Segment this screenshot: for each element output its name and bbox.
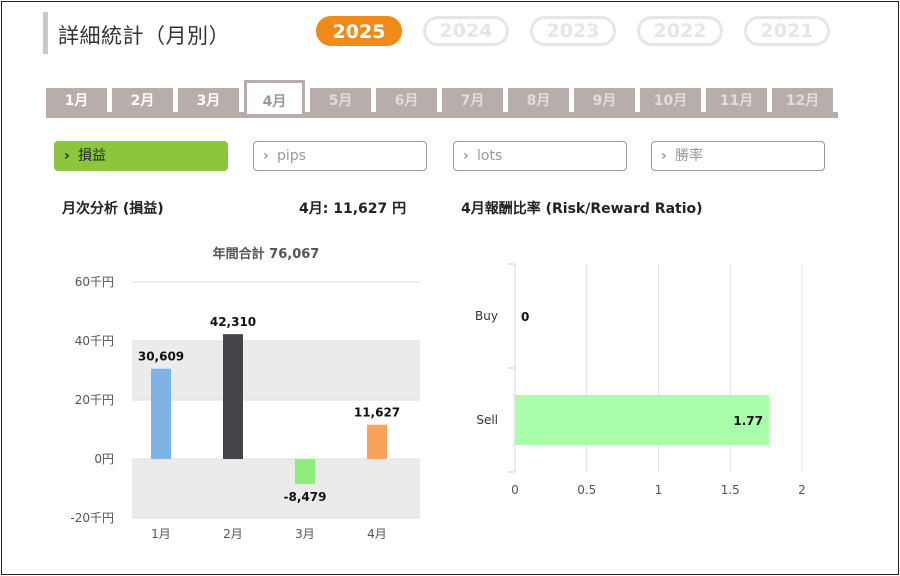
x-tick-label: 1 <box>655 483 663 497</box>
x-tick-label: 3月 <box>295 527 315 541</box>
filter-label: 損益 <box>78 148 106 164</box>
month-tab-12[interactable]: 12月 <box>772 88 833 114</box>
page-frame: 詳細統計（月別） 2025 2024 2023 2022 2021 1月 2月 3月 4月 5月… <box>1 1 899 575</box>
bar-1[interactable] <box>151 368 171 459</box>
filter-pl-button[interactable]: › 損益 <box>54 141 228 171</box>
x-tick-label: 1.5 <box>721 483 740 497</box>
grid-band <box>132 459 420 518</box>
chevron-right-icon: › <box>661 148 667 164</box>
bar-value-label: 11,627 <box>354 406 400 420</box>
ratio-title: 4月報酬比率 (Risk/Reward Ratio) <box>461 201 703 217</box>
x-tick-label: 1月 <box>151 527 171 541</box>
bar-value-label: 42,310 <box>210 315 256 329</box>
x-tick-label: 0.5 <box>577 483 596 497</box>
monthly-pl-chart: 年間合計 76,067 60千円 40千円 20千円 0円 -20千円 30,609 1月 42… <box>70 246 420 541</box>
month-tab-11[interactable]: 11月 <box>706 88 767 114</box>
month-tab-2[interactable]: 2月 <box>112 88 173 114</box>
month-tab-4[interactable]: 4月 <box>244 80 305 114</box>
year-tab-2021[interactable]: 2021 <box>744 16 830 46</box>
bar-4[interactable] <box>367 424 387 459</box>
month-tab-5[interactable]: 5月 <box>310 88 371 114</box>
y-tick-label: 20千円 <box>75 393 114 407</box>
analysis-title: 月次分析 (損益) <box>62 201 164 217</box>
y-tick-label: 60千円 <box>75 275 114 289</box>
filter-label: pips <box>277 148 306 164</box>
filter-label: lots <box>477 148 503 164</box>
y-category-label: Buy <box>475 309 498 323</box>
y-tick-label: 0円 <box>94 452 114 466</box>
bar-3[interactable] <box>295 459 315 485</box>
month-value: 4月: 11,627 円 <box>299 201 407 217</box>
bar-value-label: 1.77 <box>733 414 763 428</box>
filter-label: 勝率 <box>675 148 703 164</box>
bar-value-label: 30,609 <box>138 350 184 364</box>
y-tick-label: -20千円 <box>70 511 114 525</box>
month-tab-1[interactable]: 1月 <box>46 88 107 114</box>
chevron-right-icon: › <box>263 148 269 164</box>
y-tick-label: 40千円 <box>75 334 114 348</box>
year-tab-2025[interactable]: 2025 <box>316 16 402 46</box>
page-title: 詳細統計（月別） <box>58 24 230 48</box>
bar-value-label: 0 <box>521 310 529 324</box>
filter-winrate-button[interactable]: › 勝率 <box>651 141 825 171</box>
chevron-right-icon: › <box>64 148 70 164</box>
bar-sell[interactable] <box>515 395 769 445</box>
year-tab-2024[interactable]: 2024 <box>423 16 509 46</box>
risk-reward-chart: 0 0.5 1 1.5 2 Buy 0 Sell 1.77 <box>475 263 806 497</box>
chevron-right-icon: › <box>463 148 469 164</box>
bar-2[interactable] <box>223 334 243 459</box>
chart-title: 年間合計 76,067 <box>213 246 320 262</box>
month-tabs: 1月 2月 3月 4月 5月 6月 7月 8月 9月 10月 11月 12月 <box>46 80 838 116</box>
filter-pips-button[interactable]: › pips <box>253 141 427 171</box>
month-tab-8[interactable]: 8月 <box>508 88 569 114</box>
filter-lots-button[interactable]: › lots <box>453 141 627 171</box>
x-tick-label: 4月 <box>367 527 387 541</box>
x-tick-label: 2 <box>798 483 806 497</box>
title-bar: 詳細統計（月別） <box>43 12 230 54</box>
month-tab-6[interactable]: 6月 <box>376 88 437 114</box>
year-tab-2023[interactable]: 2023 <box>530 16 616 46</box>
month-tab-3[interactable]: 3月 <box>178 88 239 114</box>
x-tick-label: 0 <box>511 483 519 497</box>
year-tab-2022[interactable]: 2022 <box>637 16 723 46</box>
bar-value-label: -8,479 <box>284 490 327 504</box>
x-tick-label: 2月 <box>223 527 243 541</box>
month-tab-7[interactable]: 7月 <box>442 88 503 114</box>
month-tab-10[interactable]: 10月 <box>640 88 701 114</box>
y-category-label: Sell <box>476 413 498 427</box>
month-tab-9[interactable]: 9月 <box>574 88 635 114</box>
